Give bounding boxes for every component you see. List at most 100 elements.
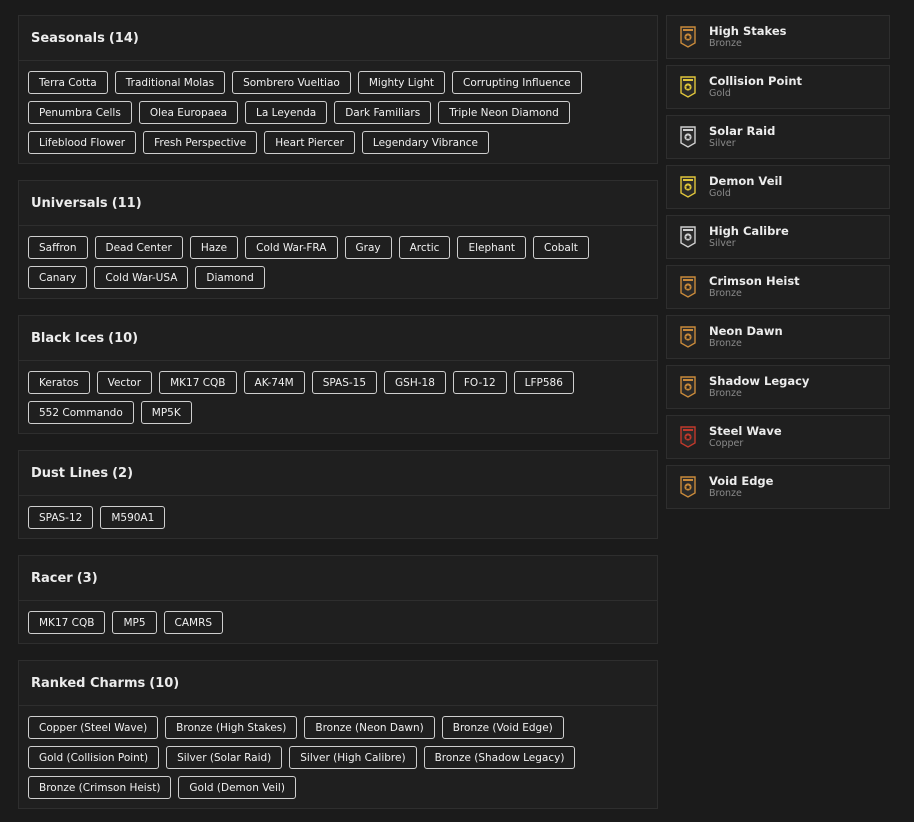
- item-chip[interactable]: Penumbra Cells: [28, 101, 132, 124]
- section-universals: Universals (11) Saffron Dead Center Haze Cold…: [18, 180, 658, 299]
- bronze-charm-icon: [679, 326, 697, 348]
- item-chip[interactable]: La Leyenda: [245, 101, 328, 124]
- item-chip[interactable]: Fresh Perspective: [143, 131, 258, 154]
- item-chip[interactable]: FO-12: [452, 371, 507, 394]
- section-title-text: Universals: [31, 195, 108, 211]
- charm-card[interactable]: High Stakes Bronze: [666, 15, 890, 59]
- bronze-charm-icon: [679, 276, 697, 298]
- item-chip[interactable]: Cold War-USA: [94, 266, 189, 289]
- section-title: Universals (11): [19, 181, 657, 226]
- item-chip[interactable]: CAMRS: [163, 611, 224, 634]
- item-chip[interactable]: Dead Center: [94, 236, 183, 259]
- charm-card[interactable]: Solar Raid Silver: [666, 115, 890, 159]
- section-count: (14): [108, 30, 139, 46]
- gold-charm-icon: [679, 76, 697, 98]
- item-chip[interactable]: Copper (Steel Wave): [28, 716, 159, 739]
- charm-card[interactable]: Demon Veil Gold: [666, 165, 890, 209]
- charm-text: Demon Veil Gold: [709, 175, 782, 199]
- section-title-text: Dust Lines: [31, 465, 109, 481]
- charm-tier: Gold: [709, 187, 731, 199]
- item-chip[interactable]: Cold War-FRA: [245, 236, 338, 259]
- item-chip[interactable]: Cobalt: [533, 236, 589, 259]
- item-chip[interactable]: Legendary Vibrance: [361, 131, 489, 154]
- charm-card[interactable]: High Calibre Silver: [666, 215, 890, 259]
- section-title: Dust Lines (2): [19, 451, 657, 496]
- charm-card[interactable]: Neon Dawn Bronze: [666, 315, 890, 359]
- section-title-text: Ranked Charms: [31, 675, 146, 691]
- ranked-charms-column: High Stakes Bronze Collision Point Gold Sola…: [666, 15, 890, 515]
- item-chip[interactable]: Canary: [28, 266, 88, 289]
- item-chip[interactable]: Triple Neon Diamond: [438, 101, 570, 124]
- charm-text: Crimson Heist Bronze: [709, 275, 800, 299]
- item-chip[interactable]: Corrupting Influence: [452, 71, 582, 94]
- charm-text: Shadow Legacy Bronze: [709, 375, 809, 399]
- item-chip[interactable]: Dark Familiars: [334, 101, 432, 124]
- section-title: Racer (3): [19, 556, 657, 601]
- item-chip[interactable]: Sombrero Vueltiao: [232, 71, 351, 94]
- item-chip[interactable]: MP5: [112, 611, 157, 634]
- section-ranked-charms: Ranked Charms (10) Copper (Steel Wave) Bron…: [18, 660, 658, 809]
- item-chip[interactable]: 552 Commando: [28, 401, 134, 424]
- section-title: Ranked Charms (10): [19, 661, 657, 706]
- charm-tier: Bronze: [709, 287, 742, 299]
- item-chip[interactable]: Silver (High Calibre): [289, 746, 417, 769]
- item-chip[interactable]: Keratos: [28, 371, 90, 394]
- section-title-text: Seasonals: [31, 30, 105, 46]
- collections-column: Seasonals (14) Terra Cotta Traditional Mola…: [18, 15, 658, 822]
- item-chip[interactable]: Terra Cotta: [28, 71, 108, 94]
- item-chip[interactable]: Lifeblood Flower: [28, 131, 137, 154]
- chip-list: Keratos Vector MK17 CQB AK-74M SPAS-15 GSH-18…: [19, 361, 657, 433]
- charm-name: Solar Raid: [709, 123, 776, 138]
- section-title-text: Black Ices: [31, 330, 105, 346]
- item-chip[interactable]: Vector: [96, 371, 153, 394]
- item-chip[interactable]: Traditional Molas: [114, 71, 226, 94]
- item-chip[interactable]: MK17 CQB: [159, 371, 237, 394]
- copper-charm-icon: [679, 426, 697, 448]
- item-chip[interactable]: Haze: [189, 236, 239, 259]
- item-chip[interactable]: Elephant: [457, 236, 527, 259]
- item-chip[interactable]: Olea Europaea: [138, 101, 239, 124]
- item-chip[interactable]: Gold (Demon Veil): [178, 776, 296, 799]
- item-chip[interactable]: MP5K: [140, 401, 192, 424]
- item-chip[interactable]: AK-74M: [243, 371, 305, 394]
- charm-name: Void Edge: [709, 473, 774, 488]
- item-chip[interactable]: M590A1: [100, 506, 166, 529]
- charm-name: Neon Dawn: [709, 323, 783, 338]
- charm-text: High Calibre Silver: [709, 225, 789, 249]
- charm-card[interactable]: Void Edge Bronze: [666, 465, 890, 509]
- item-chip[interactable]: SPAS-12: [28, 506, 94, 529]
- item-chip[interactable]: Silver (Solar Raid): [166, 746, 283, 769]
- item-chip[interactable]: Bronze (Crimson Heist): [28, 776, 172, 799]
- item-chip[interactable]: Saffron: [28, 236, 88, 259]
- charm-name: Shadow Legacy: [709, 373, 810, 388]
- charm-card[interactable]: Shadow Legacy Bronze: [666, 365, 890, 409]
- item-chip[interactable]: Mighty Light: [357, 71, 446, 94]
- item-chip[interactable]: Bronze (Shadow Legacy): [423, 746, 576, 769]
- section-dust-lines: Dust Lines (2) SPAS-12 M590A1: [18, 450, 658, 539]
- charm-tier: Bronze: [709, 487, 742, 499]
- charm-name: Demon Veil: [709, 173, 783, 188]
- item-chip[interactable]: Gold (Collision Point): [28, 746, 160, 769]
- charm-tier: Gold: [709, 87, 731, 99]
- section-seasonals: Seasonals (14) Terra Cotta Traditional Mola…: [18, 15, 658, 164]
- charm-card[interactable]: Steel Wave Copper: [666, 415, 890, 459]
- item-chip[interactable]: Gray: [344, 236, 392, 259]
- bronze-charm-icon: [679, 376, 697, 398]
- item-chip[interactable]: Bronze (Void Edge): [441, 716, 564, 739]
- charm-card[interactable]: Crimson Heist Bronze: [666, 265, 890, 309]
- charm-text: Void Edge Bronze: [709, 475, 773, 499]
- item-chip[interactable]: Bronze (High Stakes): [165, 716, 298, 739]
- section-racer: Racer (3) MK17 CQB MP5 CAMRS: [18, 555, 658, 644]
- item-chip[interactable]: Diamond: [195, 266, 265, 289]
- charm-card[interactable]: Collision Point Gold: [666, 65, 890, 109]
- item-chip[interactable]: Heart Piercer: [264, 131, 355, 154]
- item-chip[interactable]: GSH-18: [384, 371, 446, 394]
- chip-list: SPAS-12 M590A1: [19, 496, 657, 538]
- item-chip[interactable]: LFP586: [513, 371, 574, 394]
- item-chip[interactable]: MK17 CQB: [28, 611, 106, 634]
- chip-list: Copper (Steel Wave) Bronze (High Stakes) B…: [19, 706, 657, 808]
- item-chip[interactable]: Arctic: [398, 236, 451, 259]
- silver-charm-icon: [679, 226, 697, 248]
- item-chip[interactable]: SPAS-15: [311, 371, 378, 394]
- item-chip[interactable]: Bronze (Neon Dawn): [304, 716, 435, 739]
